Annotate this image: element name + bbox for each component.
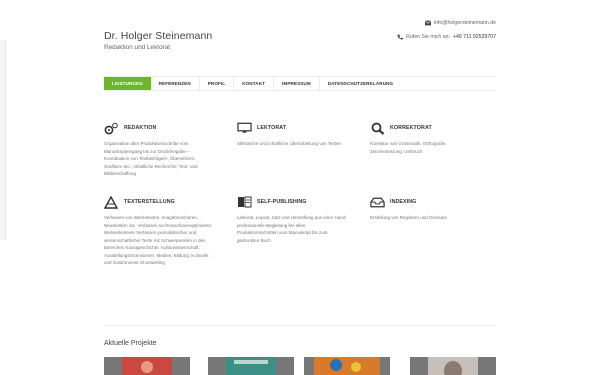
- service-indexing: INDEXING Erstellung von Registern und Gl…: [370, 195, 480, 222]
- service-lektorat: LEKTORAT Stilistische und inhaltliche Üb…: [237, 121, 347, 148]
- project-thumbnail-2[interactable]: [208, 357, 294, 375]
- service-text: Erstellung von Registern und Glossars: [370, 215, 447, 220]
- site-subtitle: Redaktion und Lektorat: [104, 44, 171, 51]
- monitor-icon: [237, 122, 252, 134]
- service-title: INDEXING: [390, 199, 417, 205]
- service-redaktion: REDAKTION Organisation aller Produktions…: [104, 121, 214, 178]
- side-tab: [0, 40, 6, 240]
- service-title: SELF-PUBLISHING: [257, 199, 307, 205]
- nav-item-referenzen[interactable]: REFERENZEN: [151, 77, 200, 90]
- nav-item-kontakt[interactable]: KONTAKT: [234, 77, 275, 90]
- service-text: Verfassen von Werbetexten, Imagebroschür…: [104, 215, 212, 265]
- project-thumbnail-1[interactable]: [104, 357, 190, 375]
- quill-icon: [104, 195, 119, 209]
- contact-info: info@holgersteinemann.de Rufen Sie mich …: [397, 16, 496, 44]
- phone-prefix: Rufen Sie mich an:: [406, 34, 450, 40]
- project-thumbnail-3[interactable]: [304, 357, 390, 375]
- phone-number[interactable]: +49 711 92539707: [453, 30, 496, 44]
- service-text: Korrektur von Grammatik, Orthografie, Ze…: [370, 141, 447, 154]
- book-icon: [237, 196, 252, 208]
- service-title: KORREKTORAT: [390, 125, 432, 131]
- phone-row: Rufen Sie mich an: +49 711 92539707: [397, 30, 496, 44]
- gears-icon: [104, 122, 119, 134]
- service-text: Organisation aller Produktionsschritte v…: [104, 141, 198, 176]
- projects-title: Aktuelle Projekte: [104, 340, 157, 347]
- service-texterstellung: TEXTERSTELLUNG Verfassen von Werbetexten…: [104, 195, 214, 267]
- email-row[interactable]: info@holgersteinemann.de: [397, 16, 496, 30]
- phone-icon: [397, 34, 404, 40]
- service-title: TEXTERSTELLUNG: [124, 199, 175, 205]
- nav-item-leistungen[interactable]: LEISTUNGEN: [104, 77, 151, 90]
- nav-item-profil[interactable]: PROFIL: [200, 77, 235, 90]
- inbox-icon: [370, 196, 385, 208]
- magnifier-icon: [370, 122, 385, 135]
- service-korrektorat: KORREKTORAT Korrektur von Grammatik, Ort…: [370, 121, 480, 155]
- site-header: Dr. Holger Steinemann Redaktion und Lekt…: [104, 30, 212, 51]
- email-link[interactable]: info@holgersteinemann.de: [434, 16, 496, 30]
- section-divider: [104, 325, 496, 326]
- nav-item-datenschutz[interactable]: DATENSCHUTZERKLÄRUNG: [320, 77, 401, 90]
- main-nav: LEISTUNGEN REFERENZEN PROFIL KONTAKT IMP…: [104, 76, 496, 91]
- nav-item-impressum[interactable]: IMPRESSUM: [274, 77, 320, 90]
- service-title: REDAKTION: [124, 125, 157, 131]
- envelope-icon: [424, 20, 431, 26]
- service-self-publishing: SELF-PUBLISHING Lektorat, Layout, Satz u…: [237, 195, 347, 244]
- service-text: Stilistische und inhaltliche Überarbeitu…: [237, 141, 341, 146]
- project-thumbnail-4[interactable]: [410, 357, 496, 375]
- service-text: Lektorat, Layout, Satz und Herstellung a…: [237, 215, 347, 243]
- service-title: LEKTORAT: [257, 125, 287, 131]
- site-title[interactable]: Dr. Holger Steinemann: [104, 30, 212, 42]
